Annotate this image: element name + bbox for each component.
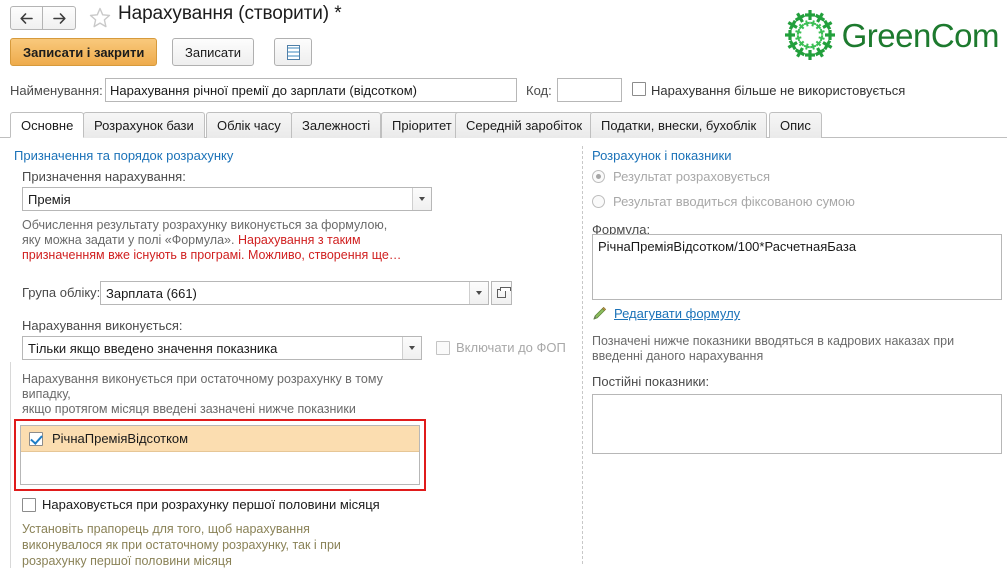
journal-list-icon xyxy=(286,44,300,60)
back-button[interactable] xyxy=(10,6,43,30)
tab-zalezhnosti[interactable]: Залежності xyxy=(291,112,382,138)
title-bar: Нарахування (створити) * GreenCom xyxy=(0,0,1007,60)
note-line-1: Позначені нижче показники вводяться в ка… xyxy=(592,334,955,348)
purpose-label: Призначення нарахування: xyxy=(22,169,186,184)
help-line-2-warning: Нарахування з таким xyxy=(237,233,361,247)
arrow-right-icon xyxy=(52,12,66,24)
tab-bar: Основне Розрахунок бази Облік часу Залеж… xyxy=(0,112,1007,138)
help-line-3-warning: призначенням вже існують в програмі. Мож… xyxy=(22,248,402,262)
first-half-month-help: Установіть прапорець для того, щоб нарах… xyxy=(22,521,452,569)
purpose-help-text: Обчислення результату розрахунку виконує… xyxy=(22,218,442,263)
add-to-favorites-button[interactable] xyxy=(87,5,113,31)
first-half-month-checkbox[interactable] xyxy=(22,498,36,512)
footer-line-2: виконувалося як при остаточному розрахун… xyxy=(22,538,341,552)
arrow-left-icon xyxy=(20,12,33,24)
save-button[interactable]: Записати xyxy=(172,38,255,66)
name-label: Найменування: xyxy=(10,83,103,98)
help-line-1: Обчислення результату розрахунку виконує… xyxy=(22,218,388,232)
first-half-month-label: Нараховується при розрахунку першої поло… xyxy=(42,497,380,512)
accounting-group-combobox[interactable]: Зарплата (661) xyxy=(100,281,489,305)
page-title: Нарахування (створити) * xyxy=(118,3,342,24)
chevron-down-icon[interactable] xyxy=(469,282,488,304)
condition-line-2: випадку, xyxy=(22,387,71,401)
execution-label: Нарахування виконується: xyxy=(22,318,183,333)
formula-value: РічнаПреміяВідсотком/100*РасчетнаяБаза xyxy=(598,239,857,254)
star-icon xyxy=(89,7,111,28)
purpose-value: Премія xyxy=(28,191,71,207)
code-label: Код: xyxy=(526,83,552,98)
command-bar: Записати і закрити Записати xyxy=(0,38,1007,72)
tab-osnovne[interactable]: Основне xyxy=(10,112,85,138)
condition-help-text: Нарахування виконується при остаточному … xyxy=(22,372,442,417)
forward-button[interactable] xyxy=(43,6,76,30)
tab-priorytet[interactable]: Пріоритет xyxy=(381,112,463,138)
indicator-label: РічнаПреміяВідсотком xyxy=(52,431,189,446)
section-purpose-title[interactable]: Призначення та порядок розрахунку xyxy=(14,148,233,163)
accounting-group-label: Група обліку: xyxy=(22,285,101,300)
tab-rozrahunok-bazy[interactable]: Розрахунок бази xyxy=(83,112,205,138)
radio-result-calculated[interactable]: Результат розраховується xyxy=(592,169,770,184)
edit-formula-label: Редагувати формулу xyxy=(614,306,741,321)
execution-value: Тільки якщо введено значення показника xyxy=(28,340,278,356)
condition-line-1: Нарахування виконується при остаточному … xyxy=(22,372,383,386)
not-used-label: Нарахування більше не використовується xyxy=(651,83,906,98)
indicators-list[interactable]: РічнаПреміяВідсотком xyxy=(20,425,420,485)
footer-line-1: Установіть прапорець для того, щоб нарах… xyxy=(22,522,310,536)
formula-textarea[interactable]: РічнаПреміяВідсотком/100*РасчетнаяБаза xyxy=(592,234,1002,300)
section-calculation-title[interactable]: Розрахунок і показники xyxy=(592,148,732,163)
radio-fixed-icon xyxy=(592,195,605,208)
condition-line-3: якщо протягом місяця введені зазначені н… xyxy=(22,402,356,416)
constants-list[interactable] xyxy=(592,394,1002,454)
radio-result-fixed[interactable]: Результат вводиться фіксованою сумою xyxy=(592,194,855,209)
panes-divider xyxy=(582,146,583,564)
help-line-2: яку можна задати у полі «Формула». Нарах… xyxy=(22,233,442,248)
list-item[interactable]: РічнаПреміяВідсотком xyxy=(21,426,419,452)
footer-line-3: розрахунку першої половини місяця xyxy=(22,554,232,568)
include-fop-checkbox[interactable] xyxy=(436,341,450,355)
tab-opys[interactable]: Опис xyxy=(769,112,822,138)
code-input[interactable] xyxy=(557,78,622,102)
execution-combobox[interactable]: Тільки якщо введено значення показника xyxy=(22,336,422,360)
navigation-buttons xyxy=(10,6,76,30)
not-used-checkbox[interactable] xyxy=(632,82,646,96)
note-line-2: введенні даного нарахування xyxy=(592,349,764,363)
edit-formula-link[interactable]: Редагувати формулу xyxy=(592,306,740,321)
accounting-group-value: Зарплата (661) xyxy=(106,285,197,301)
radio-fixed-label: Результат вводиться фіксованою сумою xyxy=(613,194,855,209)
include-fop-label: Включати до ФОП xyxy=(456,340,566,355)
radio-calculated-icon xyxy=(592,170,605,183)
document-form-window: Нарахування (створити) * GreenCom Записа… xyxy=(0,0,1007,572)
radio-calculated-label: Результат розраховується xyxy=(613,169,771,184)
header-fields: Найменування: Код: Нарахування більше не… xyxy=(0,78,1007,106)
name-input[interactable] xyxy=(105,78,517,102)
constants-label: Постійні показники: xyxy=(592,374,710,389)
chevron-down-icon[interactable] xyxy=(412,188,431,210)
pencil-icon xyxy=(593,306,607,320)
tab-podatky-vnesky[interactable]: Податки, внески, бухоблік xyxy=(590,112,768,138)
indicator-checkbox[interactable] xyxy=(29,431,43,446)
tab-oblik-chasu[interactable]: Облік часу xyxy=(206,112,292,138)
purpose-combobox[interactable]: Премія xyxy=(22,187,432,211)
open-accounting-group-button[interactable] xyxy=(491,281,512,305)
constants-note: Позначені нижче показники вводяться в ка… xyxy=(592,334,997,364)
journal-button[interactable] xyxy=(274,38,312,66)
save-and-close-button[interactable]: Записати і закрити xyxy=(10,38,158,66)
open-external-icon xyxy=(497,286,511,298)
tab-seredniy-zarobitok[interactable]: Середній заробіток xyxy=(455,112,594,138)
chevron-down-icon[interactable] xyxy=(402,337,421,359)
help-line-2-normal: яку можна задати у полі «Формула». xyxy=(22,233,238,247)
